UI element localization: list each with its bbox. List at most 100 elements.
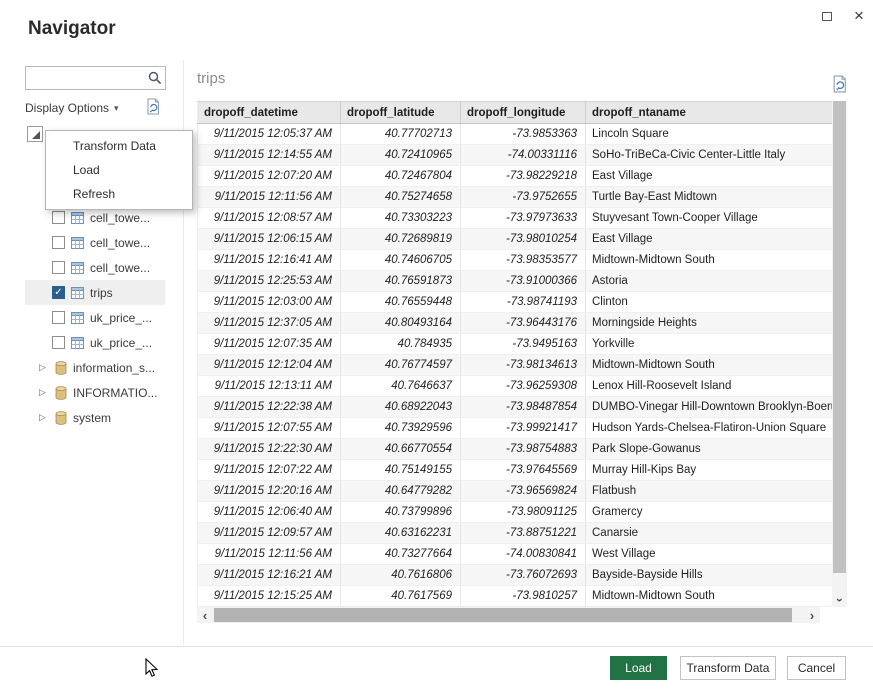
cell-datetime: 9/11/2015 12:22:30 AM	[198, 439, 341, 460]
display-options-dropdown[interactable]: Display Options ▾	[25, 101, 119, 115]
tree-item-cell-towe[interactable]: cell_towe...	[25, 255, 165, 280]
cell-datetime: 9/11/2015 12:13:11 AM	[198, 376, 341, 397]
tree-item-informatio[interactable]: ▷INFORMATIO...	[25, 380, 165, 405]
cell-longitude: -73.96569824	[461, 481, 586, 502]
refresh-list-icon[interactable]	[145, 98, 162, 120]
tree-item-information-s[interactable]: ▷information_s...	[25, 355, 165, 380]
transform-data-button[interactable]: Transform Data	[680, 656, 776, 680]
vertical-scrollbar-thumb[interactable]	[833, 101, 846, 573]
cell-ntaname: Canarsie	[586, 523, 833, 544]
cell-ntaname: East Village	[586, 229, 833, 250]
database-icon	[55, 361, 67, 375]
chevron-down-icon: ▾	[114, 103, 119, 114]
preview-table-container: dropoff_datetimedropoff_latitudedropoff_…	[197, 101, 832, 607]
cell-datetime: 9/11/2015 12:05:37 AM	[198, 124, 341, 145]
cell-longitude: -73.97973633	[461, 208, 586, 229]
tree-item-uk-price[interactable]: uk_price_...	[25, 305, 165, 330]
checkbox[interactable]	[52, 261, 65, 274]
cell-latitude: 40.80493164	[341, 313, 461, 334]
expand-arrow-icon[interactable]: ▷	[39, 412, 49, 423]
tree-item-cell-towe[interactable]: cell_towe...	[25, 230, 165, 255]
table-row: 9/11/2015 12:16:21 AM40.7616806-73.76072…	[198, 565, 833, 586]
table-row: 9/11/2015 12:25:53 AM40.76591873-73.9100…	[198, 271, 833, 292]
tree-item-trips[interactable]: ✓trips	[25, 280, 165, 305]
cell-datetime: 9/11/2015 12:06:15 AM	[198, 229, 341, 250]
table-row: 9/11/2015 12:22:38 AM40.68922043-73.9848…	[198, 397, 833, 418]
cell-ntaname: Clinton	[586, 292, 833, 313]
expand-arrow-icon[interactable]: ▷	[39, 387, 49, 398]
cell-ntaname: Lenox Hill-Roosevelt Island	[586, 376, 833, 397]
scroll-down-arrow[interactable]: ›	[832, 592, 847, 607]
cell-datetime: 9/11/2015 12:25:53 AM	[198, 271, 341, 292]
cell-longitude: -74.00830841	[461, 544, 586, 565]
load-button[interactable]: Load	[610, 656, 667, 680]
cell-latitude: 40.73277664	[341, 544, 461, 565]
cell-datetime: 9/11/2015 12:15:25 AM	[198, 586, 341, 607]
cell-latitude: 40.76559448	[341, 292, 461, 313]
search-input[interactable]	[30, 68, 142, 88]
tree-item-label: cell_towe...	[90, 261, 150, 275]
cell-latitude: 40.73303223	[341, 208, 461, 229]
cell-longitude: -73.91000366	[461, 271, 586, 292]
horizontal-scrollbar[interactable]: ‹ ›	[197, 607, 820, 623]
maximize-button[interactable]	[816, 6, 838, 26]
cell-datetime: 9/11/2015 12:07:22 AM	[198, 460, 341, 481]
cell-latitude: 40.7616806	[341, 565, 461, 586]
cell-ntaname: Lincoln Square	[586, 124, 833, 145]
checkbox[interactable]	[52, 236, 65, 249]
close-button[interactable]: ×	[848, 6, 870, 26]
table-icon	[71, 237, 84, 249]
chevron-left-icon: ‹	[203, 608, 207, 623]
tree-item-label: cell_towe...	[90, 211, 150, 225]
cell-latitude: 40.76591873	[341, 271, 461, 292]
cell-longitude: -73.9810257	[461, 586, 586, 607]
cell-latitude: 40.75149155	[341, 460, 461, 481]
tree-item-label: system	[73, 411, 111, 425]
table-row: 9/11/2015 12:11:56 AM40.75274658-73.9752…	[198, 187, 833, 208]
cell-longitude: -73.99921417	[461, 418, 586, 439]
menu-item-transform-data[interactable]: Transform Data	[46, 134, 192, 158]
cell-ntaname: Midtown-Midtown South	[586, 250, 833, 271]
checkbox[interactable]: ✓	[52, 286, 65, 299]
cell-ntaname: Yorkville	[586, 334, 833, 355]
table-row: 9/11/2015 12:06:40 AM40.73799896-73.9809…	[198, 502, 833, 523]
menu-item-refresh[interactable]: Refresh	[46, 182, 192, 206]
search-icon[interactable]	[148, 71, 162, 90]
tree-item-system[interactable]: ▷ system	[25, 405, 165, 430]
checkbox[interactable]	[52, 336, 65, 349]
scroll-left-arrow[interactable]: ‹	[197, 607, 213, 623]
cell-latitude: 40.7617569	[341, 586, 461, 607]
cell-datetime: 9/11/2015 12:20:16 AM	[198, 481, 341, 502]
scroll-right-arrow[interactable]: ›	[804, 607, 820, 623]
tree-item-uk-price[interactable]: uk_price_...	[25, 330, 165, 355]
menu-item-load[interactable]: Load	[46, 158, 192, 182]
cell-ntaname: SoHo-TriBeCa-Civic Center-Little Italy	[586, 145, 833, 166]
cell-datetime: 9/11/2015 12:09:57 AM	[198, 523, 341, 544]
table-row: 9/11/2015 12:07:55 AM40.73929596-73.9992…	[198, 418, 833, 439]
checkbox[interactable]	[52, 211, 65, 224]
cell-latitude: 40.77702713	[341, 124, 461, 145]
cell-latitude: 40.76774597	[341, 355, 461, 376]
table-row: 9/11/2015 12:05:37 AM40.77702713-73.9853…	[198, 124, 833, 145]
maximize-icon	[822, 12, 832, 21]
search-box	[25, 66, 166, 90]
context-menu: Transform DataLoadRefresh	[45, 130, 193, 210]
tree-root-expander-icon[interactable]	[27, 126, 43, 142]
cell-longitude: -73.97645569	[461, 460, 586, 481]
table-icon	[71, 212, 84, 224]
cell-datetime: 9/11/2015 12:22:38 AM	[198, 397, 341, 418]
column-header-dropoff-ntaname: dropoff_ntaname	[586, 102, 833, 124]
cell-ntaname: Bayside-Bayside Hills	[586, 565, 833, 586]
cell-datetime: 9/11/2015 12:11:56 AM	[198, 187, 341, 208]
refresh-preview-icon[interactable]	[831, 75, 849, 98]
cell-longitude: -73.98229218	[461, 166, 586, 187]
expand-arrow-icon[interactable]: ▷	[39, 362, 49, 373]
horizontal-scrollbar-thumb[interactable]	[214, 608, 792, 622]
checkbox[interactable]	[52, 311, 65, 324]
database-icon	[55, 411, 67, 425]
cell-longitude: -73.98754883	[461, 439, 586, 460]
cancel-button[interactable]: Cancel	[787, 656, 846, 680]
column-header-dropoff-longitude: dropoff_longitude	[461, 102, 586, 124]
vertical-scrollbar[interactable]: ›	[832, 101, 847, 607]
chevron-down-icon: ›	[833, 598, 847, 602]
